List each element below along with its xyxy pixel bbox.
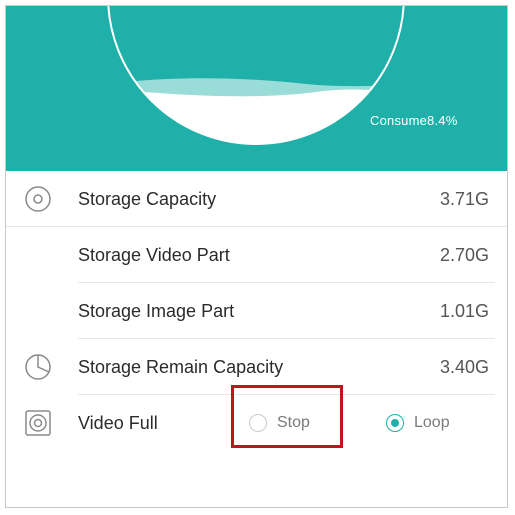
loop-radio-button[interactable] [386, 414, 404, 432]
storage-capacity-value: 3.71G [439, 189, 489, 209]
loop-radio-option[interactable]: Loop [386, 395, 450, 451]
storage-image-part-value: 1.01G [439, 301, 489, 321]
consume-percentage: Consume8.4% [370, 113, 458, 128]
storage-usage-gauge [107, 6, 405, 145]
storage-video-part-label: Storage Video Part [78, 245, 230, 265]
storage-capacity-row: Storage Capacity 3.71G [6, 171, 507, 227]
storage-video-part-value: 2.70G [439, 245, 489, 265]
pie-chart-icon [25, 354, 51, 380]
loop-radio-label[interactable]: Loop [414, 414, 450, 432]
storage-image-part-label: Storage Image Part [78, 301, 235, 321]
record-icon [25, 410, 51, 436]
storage-video-part-row: Storage Video Part 2.70G [6, 227, 507, 283]
storage-remain-capacity-value: 3.40G [439, 357, 489, 377]
storage-usage-header: Consume8.4% [6, 6, 507, 171]
video-full-label: Video Full [78, 413, 158, 433]
stop-option-highlight-box [231, 385, 343, 448]
storage-image-part-row: Storage Image Part 1.01G [6, 283, 507, 339]
disc-icon [25, 186, 51, 212]
storage-capacity-label: Storage Capacity [78, 189, 217, 209]
